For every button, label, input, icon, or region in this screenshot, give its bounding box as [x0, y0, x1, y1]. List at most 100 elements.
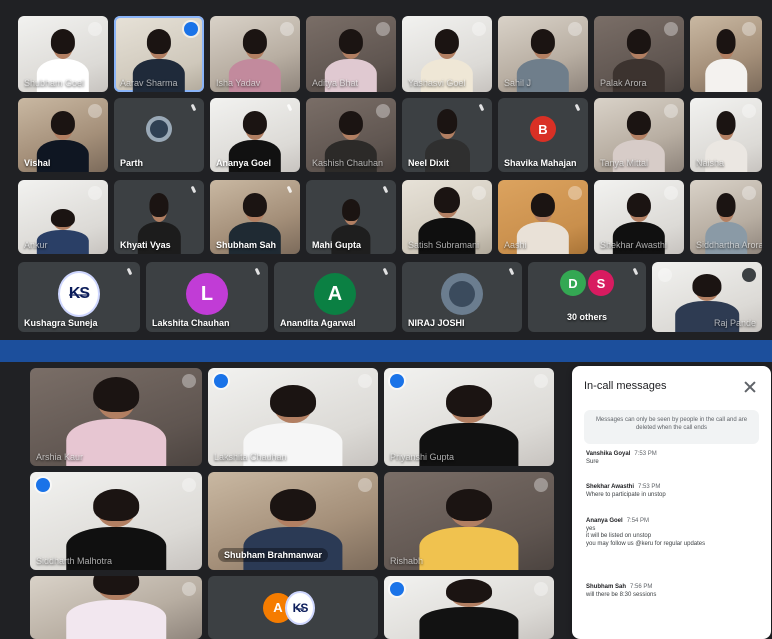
participant-tile[interactable]: KS Kushagra Suneja	[18, 262, 140, 332]
participant-tile[interactable]: Khyati Vyas	[114, 180, 204, 254]
mute-icon	[182, 582, 196, 596]
participant-tile[interactable]	[384, 576, 554, 639]
participant-tile[interactable]: Isha Yadav	[210, 16, 300, 92]
participant-tile[interactable]: Siddharth Malhotra	[30, 472, 202, 570]
participant-tile[interactable]: L Lakshita Chauhan	[146, 262, 268, 332]
avatar-initials: L	[200, 282, 214, 305]
participant-tile[interactable]	[690, 16, 762, 92]
top-video-grid: Shubham Goel Aarav Sharma Isha Yadav Adi…	[0, 0, 772, 340]
participant-name: Aditya Bhat	[312, 78, 359, 88]
participant-tile[interactable]: Ankur	[18, 180, 108, 254]
participant-tile[interactable]: Parth	[114, 98, 204, 172]
participant-name: Sahil J	[504, 78, 532, 88]
message-meta: Shekhar Awasthi 7:53 PM	[586, 484, 761, 492]
close-icon[interactable]	[741, 378, 759, 396]
mic-icon	[506, 268, 516, 278]
participant-avatar: B	[530, 116, 556, 143]
participant-name: Lakshita Chauhan	[152, 318, 230, 328]
participant-tile[interactable]: A Anandita Agarwal	[274, 262, 396, 332]
ks-logo-icon: KS	[285, 590, 315, 625]
participant-tile[interactable]: Mahi Gupta	[306, 180, 396, 254]
participant-tile[interactable]: Aditya Bhat	[306, 16, 396, 92]
mute-icon	[376, 104, 390, 118]
message-text: yes it will be listed on unstop you may …	[586, 525, 706, 547]
participant-tile[interactable]: Kashish Chauhan	[306, 98, 396, 172]
participant-avatar: S	[588, 270, 614, 296]
ks-logo-icon: KS	[58, 271, 100, 318]
message-sender: Vanshika Goyal	[586, 451, 631, 457]
message-sender: Shekhar Awasthi	[586, 484, 635, 490]
participant-tile[interactable]: Rishabh	[384, 472, 554, 570]
participant-tile[interactable]: Ananya Goel	[210, 98, 300, 172]
participant-name: Shubham Sah	[216, 240, 277, 250]
mute-icon	[534, 582, 548, 596]
mute-icon	[472, 22, 486, 36]
participant-tile[interactable]: Shekhar Awasthi	[594, 180, 684, 254]
participant-tile[interactable]: Satish Subramani	[402, 180, 492, 254]
participant-tile[interactable]	[30, 576, 202, 639]
speaking-icon	[390, 374, 404, 388]
mic-icon	[380, 268, 390, 278]
participant-tile[interactable]: Neel Dixit	[402, 98, 492, 172]
mic-icon	[630, 268, 640, 278]
mic-icon	[188, 186, 198, 196]
mic-icon	[284, 104, 294, 114]
mute-icon	[568, 22, 582, 36]
participant-name: Shubham Brahmanwar	[218, 548, 329, 562]
participant-tile[interactable]: Shubham Sah	[210, 180, 300, 254]
participant-video	[66, 576, 166, 639]
participant-tile[interactable]: Siddhartha Arora	[690, 180, 762, 254]
message-sender: Ananya Goel	[586, 518, 623, 524]
participant-avatar: KS	[58, 271, 100, 318]
participant-name: Ankur	[24, 240, 48, 250]
mute-icon	[358, 478, 372, 492]
chat-message: Vanshika Goyal 7:53 PM Sure	[586, 451, 761, 466]
chat-title: In-call messages	[584, 380, 667, 392]
participant-avatar: A	[314, 273, 356, 316]
mute-icon	[376, 22, 390, 36]
participant-tile[interactable]: Arshia Kaur	[30, 368, 202, 466]
chat-notice: Messages can only be seen by people in t…	[584, 410, 759, 444]
avatar-photo-icon	[449, 281, 475, 308]
message-text: Sure	[586, 458, 599, 465]
participant-tile[interactable]: Raj Pande	[652, 262, 762, 332]
participant-tile[interactable]: Vishal	[18, 98, 108, 172]
participant-name: Aarav Sharma	[120, 78, 178, 88]
participant-name: Aashi	[504, 240, 527, 250]
message-time: 7:54 PM	[626, 518, 650, 524]
participant-tile[interactable]: Aashi	[498, 180, 588, 254]
participant-tile[interactable]: Yashasvi Goel	[402, 16, 492, 92]
participant-tile[interactable]: Shubham Brahmanwar	[208, 472, 378, 570]
participant-tile[interactable]: Naisha	[690, 98, 762, 172]
participant-tile[interactable]: Aarav Sharma	[114, 16, 204, 92]
mic-icon	[380, 186, 390, 196]
mute-icon	[88, 22, 102, 36]
participant-name: Vishal	[24, 158, 51, 168]
participant-tile[interactable]: Tanya Mittal	[594, 98, 684, 172]
message-time: 7:56 PM	[630, 584, 653, 590]
participant-tile[interactable]: Lakshita Chauhan	[208, 368, 378, 466]
avatar-initials: KS	[292, 600, 309, 615]
mute-icon	[568, 186, 582, 200]
mute-icon	[358, 374, 372, 388]
participant-tile[interactable]: NIRAJ JOSHI	[402, 262, 522, 332]
participant-tile[interactable]: Shubham Goel	[18, 16, 108, 92]
participant-tile[interactable]: B Shavika Mahajan	[498, 98, 588, 172]
participant-name: Yashasvi Goel	[408, 78, 466, 88]
participant-name: Priyanshi Gupta	[390, 452, 455, 462]
participant-tile[interactable]: Sahil J	[498, 16, 588, 92]
message-text: Where to participate in unstop	[586, 491, 666, 498]
message-text: will there be 8:30 sessions	[586, 591, 657, 598]
speaking-icon	[390, 582, 404, 596]
participant-tile[interactable]: Palak Arora	[594, 16, 684, 92]
participant-video	[419, 488, 519, 570]
participant-name: Parth	[120, 158, 144, 168]
participant-tile[interactable]: Priyanshi Gupta	[384, 368, 554, 466]
avatar-initials: D	[568, 275, 578, 291]
mic-icon	[124, 268, 134, 278]
participant-tile[interactable]: A KS	[208, 576, 378, 639]
speaking-icon	[214, 374, 228, 388]
participant-tile[interactable]: D S 30 others	[528, 262, 646, 332]
avatar-initials: KS	[68, 285, 90, 303]
participant-video	[419, 578, 519, 639]
